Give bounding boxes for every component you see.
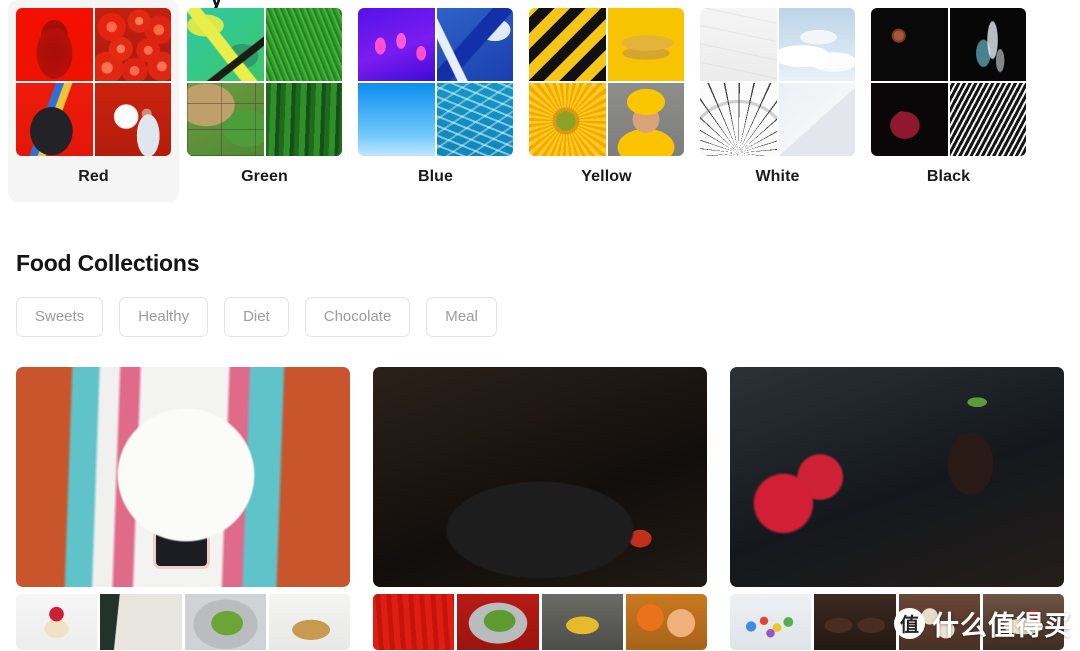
thumb-salad-toast[interactable] (457, 594, 539, 650)
tile-blue-smoke[interactable] (949, 8, 1026, 81)
hero-chocolate-raspberries[interactable] (730, 367, 1064, 587)
color-swatch-grid (700, 8, 855, 156)
thumb-candy-bowl[interactable] (730, 594, 812, 650)
color-swatch-grid (358, 8, 513, 156)
page-root: y Red Green (0, 0, 1080, 651)
tile-open-book[interactable] (949, 83, 1026, 156)
food-thumbs (730, 594, 1064, 650)
tile-white-clouds[interactable] (778, 8, 855, 81)
thumb-dessert-plate[interactable] (982, 594, 1064, 650)
color-card-black[interactable]: Black (863, 0, 1034, 202)
tile-yellow-beanie-girl[interactable] (607, 83, 684, 156)
tile-mossy-stone-wall[interactable] (187, 83, 264, 156)
thumb-strawberries-crate[interactable] (373, 594, 455, 650)
food-card-chocolate-raspberries[interactable] (730, 367, 1064, 650)
tile-bananas[interactable] (607, 8, 684, 81)
tile-green-paint[interactable] (187, 8, 264, 81)
color-card-blue[interactable]: Blue (350, 0, 521, 202)
tile-green-grass[interactable] (265, 8, 342, 81)
thumb-banana-basket[interactable] (541, 594, 623, 650)
thumb-cupcake[interactable] (16, 594, 98, 650)
color-swatch-grid (16, 8, 171, 156)
thumb-avocado-toast-egg[interactable] (184, 594, 266, 650)
tile-blood-moon[interactable] (871, 8, 948, 81)
thumb-truffle-muffins[interactable] (898, 594, 980, 650)
tile-white-plaster-wall[interactable] (700, 8, 777, 81)
color-label-black: Black (926, 168, 971, 185)
color-card-yellow[interactable]: Yellow (521, 0, 692, 202)
chip-meal[interactable]: Meal (426, 297, 497, 337)
tile-white-ferris-wheel[interactable] (700, 83, 777, 156)
tile-red-balloon-girl[interactable] (94, 83, 171, 156)
tile-blue-sky-gradient[interactable] (358, 83, 435, 156)
tile-tomatoes[interactable] (94, 8, 171, 81)
color-swatch-grid (871, 8, 1026, 156)
tile-red-building[interactable] (16, 8, 93, 81)
tile-blue-paint[interactable] (436, 8, 513, 81)
color-swatch-grid (529, 8, 684, 156)
color-label-white: White (755, 168, 800, 185)
color-swatch-grid (187, 8, 342, 156)
food-card-phone-plate[interactable] (16, 367, 350, 650)
thumb-oranges[interactable] (625, 594, 707, 650)
tile-pool-water[interactable] (436, 83, 513, 156)
color-card-red[interactable]: Red (8, 0, 179, 202)
thumb-brownie-cakes[interactable] (814, 594, 896, 650)
food-card-salad-bowl[interactable] (373, 367, 707, 650)
phone-in-photo (152, 455, 210, 570)
page-title: Food Collections (16, 250, 200, 276)
color-label-red: Red (78, 168, 109, 185)
thumb-cafe-table[interactable] (100, 594, 182, 650)
tile-yellow-hazard-stripes[interactable] (529, 8, 606, 81)
tile-red-skateboarder[interactable] (16, 83, 93, 156)
chip-chocolate[interactable]: Chocolate (304, 297, 411, 337)
tile-sunflower[interactable] (529, 83, 606, 156)
chip-healthy[interactable]: Healthy (119, 297, 209, 337)
hero-salad-bowl[interactable] (373, 367, 707, 587)
food-thumbs (16, 594, 350, 650)
color-card-green[interactable]: Green (179, 0, 350, 202)
color-card-white[interactable]: White (692, 0, 863, 202)
food-cards-row (16, 367, 1080, 650)
chip-sweets[interactable]: Sweets (16, 297, 104, 337)
tile-dark-figure[interactable] (871, 83, 948, 156)
color-label-yellow: Yellow (581, 168, 632, 185)
hero-phone-photographing-plate[interactable] (16, 367, 350, 587)
tile-white-wall-corner[interactable] (778, 83, 855, 156)
food-filter-chips: Sweets Healthy Diet Chocolate Meal (16, 297, 1080, 337)
tile-cactus[interactable] (265, 83, 342, 156)
tile-blue-jellyfish[interactable] (358, 8, 435, 81)
thumb-granola[interactable] (268, 594, 350, 650)
chip-diet[interactable]: Diet (224, 297, 289, 337)
color-collections-row: Red Green Blue Yellow White Black (0, 0, 1080, 202)
food-thumbs (373, 594, 707, 650)
color-label-green: Green (241, 168, 288, 185)
color-label-blue: Blue (417, 168, 454, 185)
